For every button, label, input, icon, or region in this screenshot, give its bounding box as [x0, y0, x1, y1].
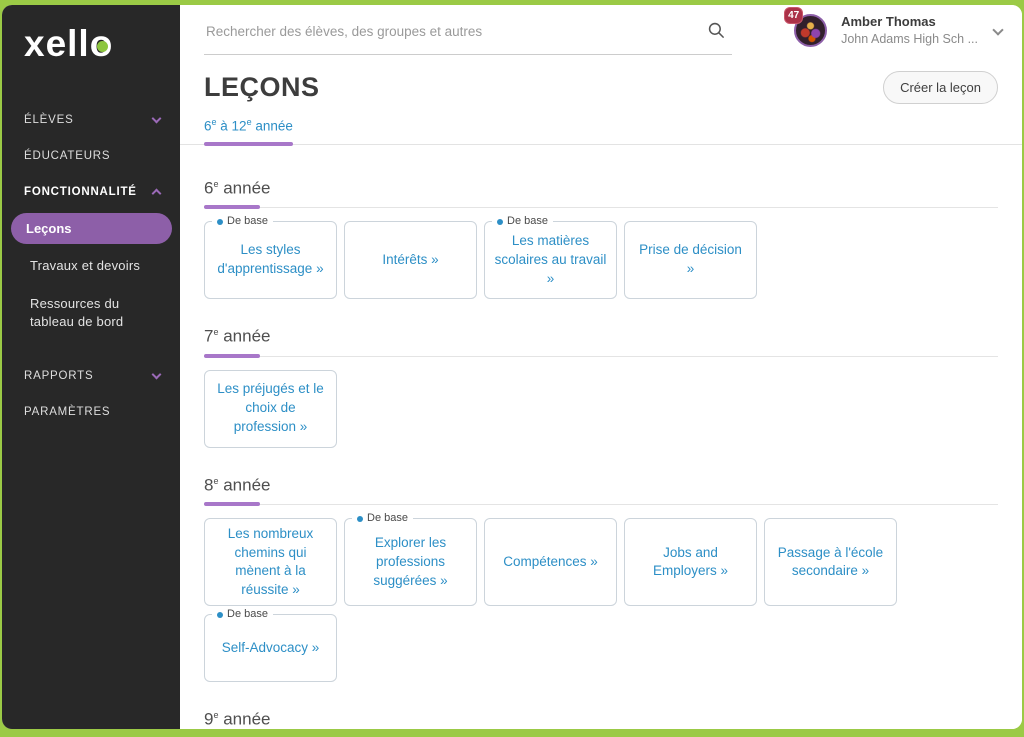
card-row: De base Self-Advocacy » — [204, 614, 998, 682]
chevron-up-icon — [152, 189, 162, 199]
user-school: John Adams High Sch ... — [841, 31, 978, 47]
tab-6-to-12[interactable]: 6e à 12e année — [204, 117, 293, 144]
blue-dot-icon — [217, 612, 223, 618]
sidebar-item-ressources[interactable]: Ressources du tableau de bord — [2, 285, 180, 341]
sidebar-item-label: ÉDUCATEURS — [24, 150, 110, 162]
lesson-card[interactable]: Passage à l'école secondaire » — [764, 518, 897, 606]
blue-dot-icon — [357, 516, 363, 522]
section-grade-9: 9e année — [204, 705, 998, 729]
main-content: Rechercher des élèves, des groupes et au… — [180, 5, 1022, 729]
tab-label: année — [252, 119, 293, 134]
de-base-badge: De base — [212, 214, 273, 229]
sidebar-item-label: RAPPORTS — [24, 370, 93, 382]
page-header: LEÇONS Créer la leçon — [180, 61, 1022, 104]
section-divider — [204, 502, 998, 506]
de-base-badge: De base — [492, 214, 553, 229]
lesson-link: Les nombreux chemins qui mènent à la réu… — [214, 525, 327, 601]
lesson-link: Explorer les professions suggérées » — [354, 534, 467, 591]
tab-bar: 6e à 12e année — [180, 117, 1022, 145]
lesson-link: Prise de décision » — [634, 241, 747, 279]
sidebar-item-rapports[interactable]: RAPPORTS — [2, 358, 180, 394]
purple-accent-bar — [204, 205, 260, 209]
chevron-down-icon[interactable] — [992, 24, 1003, 35]
sidebar-item-lecons-active[interactable]: Leçons — [11, 213, 172, 244]
notification-badge: 47 — [784, 7, 803, 24]
section-title: 8e année — [204, 471, 998, 496]
section-title: 6e année — [204, 174, 998, 199]
sidebar-item-label: Travaux et devoirs — [30, 258, 140, 273]
card-row: Les nombreux chemins qui mènent à la réu… — [204, 518, 998, 606]
topbar: Rechercher des élèves, des groupes et au… — [180, 5, 1022, 61]
user-menu[interactable]: 47 Amber Thomas John Adams High Sch ... — [794, 14, 1008, 48]
lesson-link: Compétences » — [503, 553, 598, 572]
section-title: 7e année — [204, 322, 998, 347]
search-input[interactable]: Rechercher des élèves, des groupes et au… — [204, 15, 732, 55]
lesson-card[interactable]: Prise de décision » — [624, 221, 757, 299]
card-row: De base Les styles d'apprentissage » Int… — [204, 221, 998, 299]
avatar-wrap: 47 — [794, 14, 830, 48]
lesson-card[interactable]: De base Les styles d'apprentissage » — [204, 221, 337, 299]
nav-spacer — [2, 342, 180, 358]
lesson-link: Self-Advocacy » — [222, 639, 320, 658]
lesson-link: Les matières scolaires au travail » — [494, 232, 607, 289]
chevron-down-icon — [152, 114, 162, 124]
section-title: 9e année — [204, 705, 998, 729]
create-lesson-button[interactable]: Créer la leçon — [883, 71, 998, 104]
de-base-badge: De base — [212, 607, 273, 622]
sidebar-item-label: ÉLÈVES — [24, 114, 74, 126]
blue-dot-icon — [217, 219, 223, 225]
sidebar-item-fonctionnalite[interactable]: FONCTIONNALITÉ — [2, 174, 180, 210]
blue-dot-icon — [497, 219, 503, 225]
lesson-card[interactable]: De base Explorer les professions suggéré… — [344, 518, 477, 606]
section-grade-8: 8e année Les nombreux chemins qui mènent… — [204, 471, 998, 683]
lesson-card[interactable]: Les nombreux chemins qui mènent à la réu… — [204, 518, 337, 606]
search-placeholder: Rechercher des élèves, des groupes et au… — [206, 24, 482, 39]
sidebar-item-travaux[interactable]: Travaux et devoirs — [2, 247, 180, 285]
chevron-down-icon — [152, 369, 162, 379]
card-row: Les préjugés et le choix de profession » — [204, 370, 998, 448]
purple-accent-bar — [204, 502, 260, 506]
section-divider — [204, 205, 998, 209]
sidebar-item-label: Ressources du tableau de bord — [30, 296, 123, 329]
de-base-badge: De base — [352, 511, 413, 526]
section-grade-6: 6e année De base Les styles d'apprentiss… — [204, 174, 998, 300]
user-info: Amber Thomas John Adams High Sch ... — [841, 14, 978, 47]
section-divider — [204, 354, 998, 358]
section-grade-7: 7e année Les préjugés et le choix de pro… — [204, 322, 998, 448]
sidebar-item-eleves[interactable]: ÉLÈVES — [2, 102, 180, 138]
lesson-link: Intérêts » — [382, 251, 438, 270]
sidebar-item-parametres[interactable]: PARAMÈTRES — [2, 394, 180, 430]
lesson-card[interactable]: Compétences » — [484, 518, 617, 606]
lesson-link: Les styles d'apprentissage » — [214, 241, 327, 279]
app-window: xello ÉLÈVES ÉDUCATEURS FONCTIONNALITÉ L… — [2, 5, 1022, 729]
lesson-card[interactable]: Jobs and Employers » — [624, 518, 757, 606]
sidebar-nav: ÉLÈVES ÉDUCATEURS FONCTIONNALITÉ Leçons … — [2, 102, 180, 430]
user-name: Amber Thomas — [841, 14, 978, 31]
lesson-card[interactable]: Les préjugés et le choix de profession » — [204, 370, 337, 448]
purple-accent-bar — [204, 354, 260, 358]
lesson-card[interactable]: De base Self-Advocacy » — [204, 614, 337, 682]
lesson-link: Jobs and Employers » — [634, 544, 747, 582]
logo-text: xell — [24, 23, 90, 64]
lesson-card[interactable]: De base Les matières scolaires au travai… — [484, 221, 617, 299]
lesson-sections: 6e année De base Les styles d'apprentiss… — [180, 174, 1022, 730]
sidebar-item-label: FONCTIONNALITÉ — [24, 186, 137, 198]
search-icon[interactable] — [707, 21, 726, 45]
sidebar: xello ÉLÈVES ÉDUCATEURS FONCTIONNALITÉ L… — [2, 5, 180, 729]
page-title: LEÇONS — [204, 72, 320, 103]
sidebar-item-label: PARAMÈTRES — [24, 406, 110, 418]
xello-logo[interactable]: xello — [2, 25, 180, 62]
logo-o-green-dot-icon: o — [90, 25, 114, 62]
lesson-link: Les préjugés et le choix de profession » — [214, 380, 327, 437]
lesson-card[interactable]: Intérêts » — [344, 221, 477, 299]
sidebar-item-educateurs[interactable]: ÉDUCATEURS — [2, 138, 180, 174]
tab-label: 6 — [204, 119, 212, 134]
tab-label: à 12 — [217, 119, 247, 134]
lesson-link: Passage à l'école secondaire » — [774, 544, 887, 582]
sidebar-item-label: Leçons — [26, 221, 72, 236]
